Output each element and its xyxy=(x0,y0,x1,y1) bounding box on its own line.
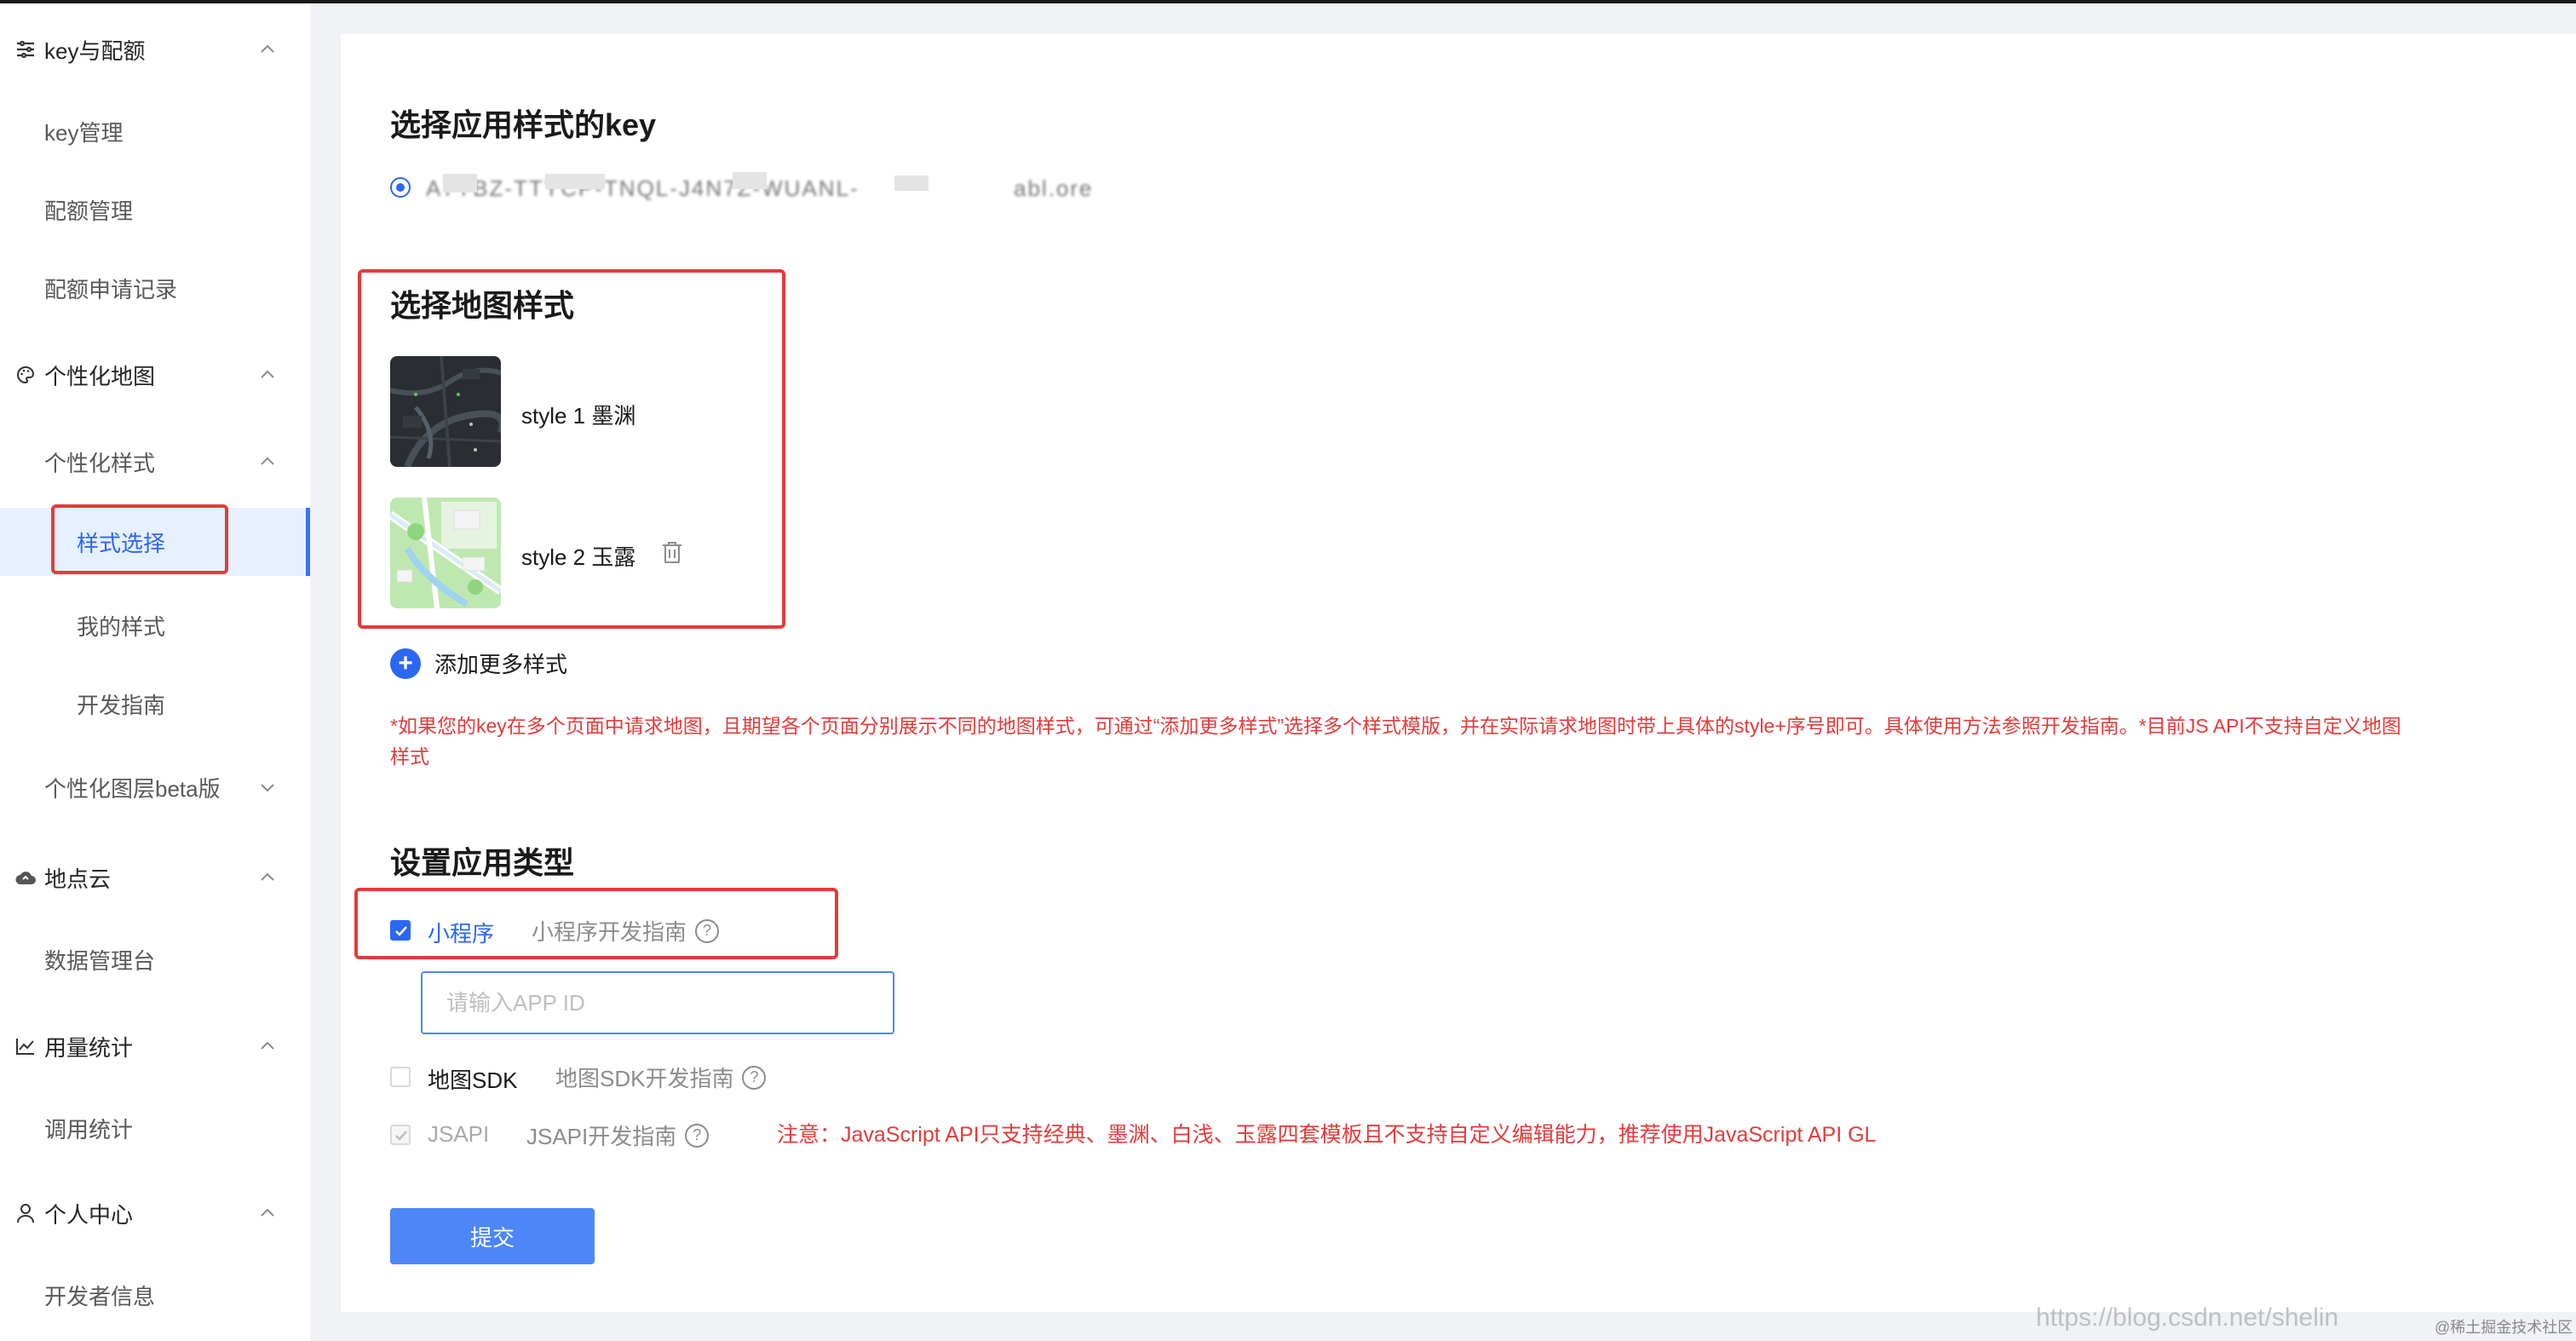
sidebar-subgroup-custom-layer[interactable]: 个性化图层beta版 xyxy=(0,757,310,818)
style-section-title: 选择地图样式 xyxy=(390,288,575,323)
redaction-mask xyxy=(894,176,929,191)
sidebar-group-personal-center[interactable]: 个人中心 xyxy=(0,1183,310,1244)
sidebar-group-label: 个人中心 xyxy=(44,1201,134,1228)
help-icon: ? xyxy=(695,918,720,943)
sidebar-group-label: 个性化地图 xyxy=(44,363,156,389)
sidebar-group-place-cloud[interactable]: 地点云 xyxy=(0,847,310,908)
sidebar-group-custom-map[interactable]: 个性化地图 xyxy=(0,344,310,406)
miniprogram-checkbox[interactable] xyxy=(390,920,411,941)
guide-label: 小程序开发指南 xyxy=(532,919,687,945)
chevron-up-icon xyxy=(261,1041,274,1050)
sidebar: key与配额 key管理 配额管理 配额申请记录 个性化地图 个性化样式 样式选… xyxy=(0,3,310,1341)
chevron-down-icon xyxy=(261,784,274,792)
app-id-input[interactable] xyxy=(421,971,894,1034)
user-icon xyxy=(14,1201,37,1225)
app-type-section-title: 设置应用类型 xyxy=(390,845,575,880)
jsapi-note: 注意：JavaScript API只支持经典、墨渊、白浅、玉露四套模板且不支持自… xyxy=(777,1123,1877,1147)
key-value: A7YBZ-TTYCP-TNQL-J4N7Z-WUANL-TLBOO xyxy=(426,176,860,201)
sidebar-group-label: key与配额 xyxy=(44,37,146,64)
sidebar-item-label: 个性化图层beta版 xyxy=(44,775,221,802)
style-1-label: style 1 墨渊 xyxy=(521,403,636,429)
help-icon: ? xyxy=(742,1065,767,1090)
sidebar-item-label: 个性化样式 xyxy=(44,450,156,476)
map-sdk-label[interactable]: 地图SDK xyxy=(428,1063,517,1095)
sidebar-item-label: 数据管理台 xyxy=(44,947,156,974)
chevron-up-icon xyxy=(261,44,274,53)
watermark-site: @稀土掘金技术社区 xyxy=(2435,1319,2573,1336)
style-note-line2: 样式 xyxy=(390,745,429,768)
sidebar-item-label: 开发指南 xyxy=(77,692,166,718)
chevron-up-icon xyxy=(261,872,274,881)
key-section-title: 选择应用样式的key xyxy=(390,107,657,142)
sidebar-item-label: key管理 xyxy=(44,119,124,146)
style-2-label: style 2 玉露 xyxy=(521,544,636,570)
annotation-frame-sidebar xyxy=(51,504,228,574)
add-more-label: 添加更多样式 xyxy=(434,652,568,677)
submit-button[interactable]: 提交 xyxy=(390,1208,595,1264)
chevron-up-icon xyxy=(261,1208,274,1217)
palette-icon xyxy=(14,363,37,387)
redaction-mask xyxy=(545,174,605,189)
sidebar-subgroup-custom-style[interactable]: 个性化样式 xyxy=(0,431,310,492)
sidebar-item-quota-records[interactable]: 配额申请记录 xyxy=(0,257,310,319)
jsapi-label: JSAPI xyxy=(428,1121,490,1147)
sidebar-item-label: 我的样式 xyxy=(77,613,166,640)
add-more-styles-button[interactable]: + 添加更多样式 xyxy=(390,647,567,679)
style-note-line1: *如果您的key在多个页面中请求地图，且期望各个页面分别展示不同的地图样式，可通… xyxy=(390,715,2401,737)
jsapi-guide-link[interactable]: JSAPI开发指南 ? xyxy=(526,1119,710,1151)
sidebar-group-key-quota[interactable]: key与配额 xyxy=(0,19,310,80)
sidebar-item-dev-guide[interactable]: 开发指南 xyxy=(0,670,310,738)
map-sdk-guide-link[interactable]: 地图SDK开发指南 ? xyxy=(555,1062,767,1093)
cloud-icon xyxy=(14,866,37,889)
list-icon xyxy=(14,37,37,61)
sidebar-item-key-manage[interactable]: key管理 xyxy=(0,101,310,162)
map-sdk-checkbox[interactable] xyxy=(390,1067,411,1087)
guide-label: JSAPI开发指南 xyxy=(526,1124,677,1149)
miniprogram-label[interactable]: 小程序 xyxy=(428,917,494,948)
redaction-mask xyxy=(733,172,767,189)
sidebar-group-label: 地点云 xyxy=(44,866,112,892)
sidebar-item-quota-manage[interactable]: 配额管理 xyxy=(0,179,310,240)
chevron-up-icon xyxy=(261,457,274,465)
chevron-up-icon xyxy=(261,370,274,378)
jsapi-checkbox[interactable] xyxy=(390,1125,411,1145)
sidebar-item-label: 配额管理 xyxy=(44,198,134,224)
key-suffix: abl.ore xyxy=(1014,176,1094,201)
sidebar-group-label: 用量统计 xyxy=(44,1034,134,1061)
dark-map-thumbnail[interactable] xyxy=(390,356,501,467)
watermark-url: https://blog.csdn.net/shelin xyxy=(2036,1304,2339,1332)
miniprogram-guide-link[interactable]: 小程序开发指南 ? xyxy=(532,915,720,947)
window-top-edge xyxy=(0,0,2576,3)
chart-icon xyxy=(14,1034,37,1058)
sidebar-item-my-styles[interactable]: 我的样式 xyxy=(0,591,310,659)
guide-label: 地图SDK开发指南 xyxy=(555,1066,734,1091)
sidebar-item-label: 调用统计 xyxy=(44,1116,134,1142)
light-map-thumbnail[interactable] xyxy=(390,498,501,608)
help-icon: ? xyxy=(685,1123,710,1148)
plus-icon: + xyxy=(390,647,421,679)
sidebar-item-dev-info[interactable]: 开发者信息 xyxy=(0,1264,310,1326)
sidebar-item-call-stats[interactable]: 调用统计 xyxy=(0,1097,310,1159)
sidebar-item-label: 配额申请记录 xyxy=(44,276,178,302)
redaction-mask xyxy=(443,174,477,193)
key-radio[interactable] xyxy=(390,177,411,198)
sidebar-item-data-console[interactable]: 数据管理台 xyxy=(0,929,310,990)
trash-icon[interactable] xyxy=(661,540,683,564)
sidebar-group-usage-stats[interactable]: 用量统计 xyxy=(0,1016,310,1077)
sidebar-item-label: 开发者信息 xyxy=(44,1283,156,1309)
